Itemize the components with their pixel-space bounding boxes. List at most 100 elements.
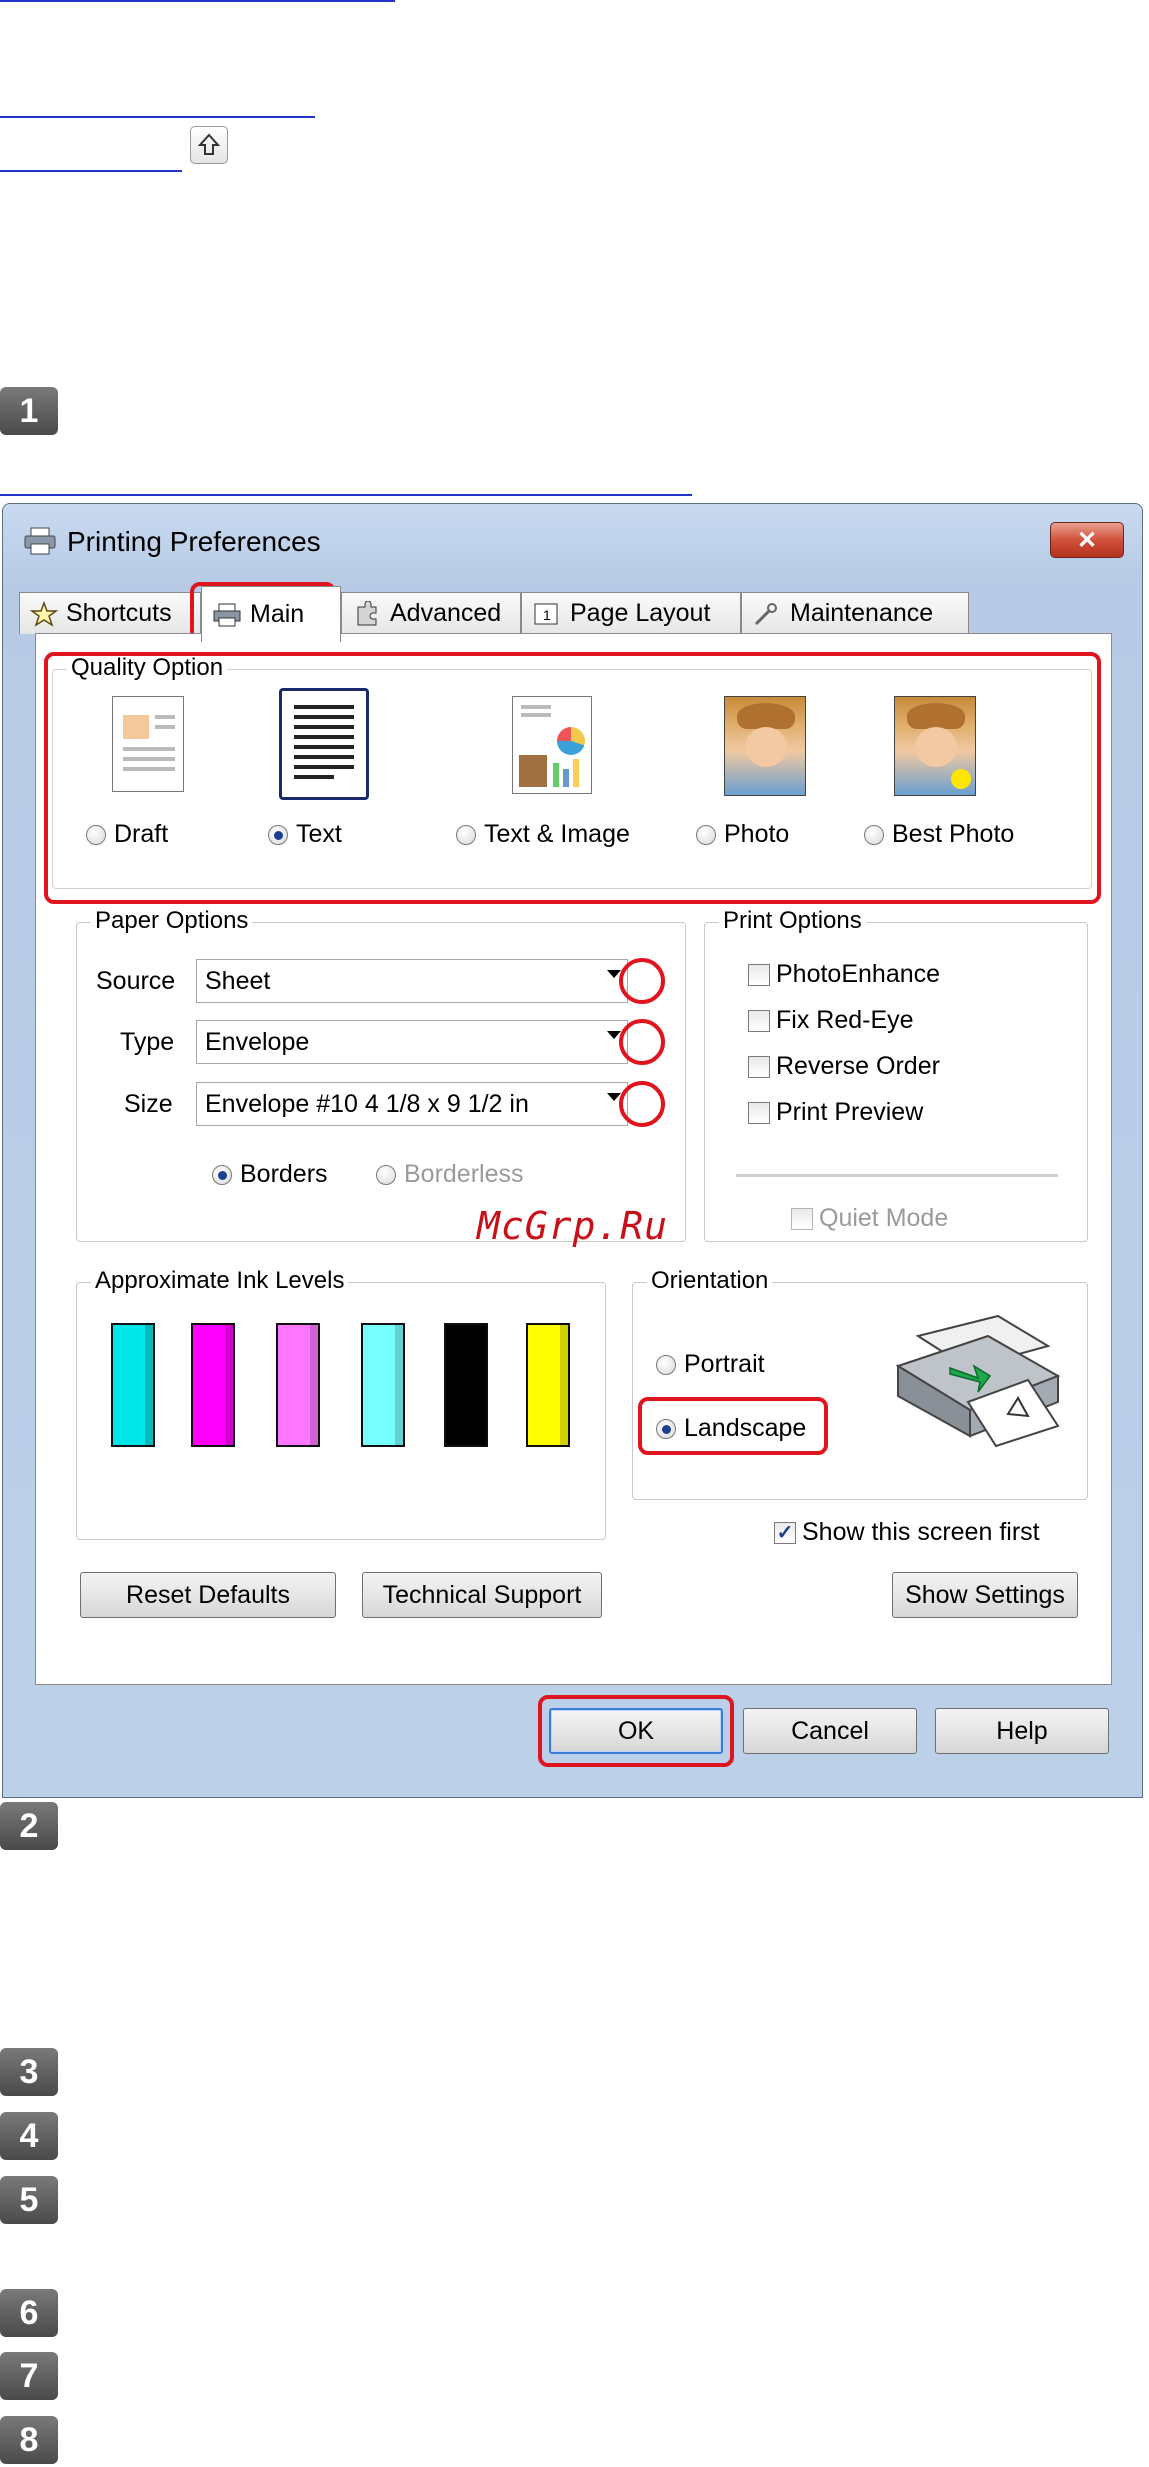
radio-label: Photo <box>724 820 790 848</box>
ink-cartridge-light-magenta <box>276 1323 320 1447</box>
button-label: Technical Support <box>382 1580 582 1609</box>
tab-main[interactable]: Main <box>201 586 341 642</box>
step-badge: 2 <box>0 1802 58 1850</box>
tab-label: Advanced <box>390 599 502 627</box>
photo-icon <box>724 696 806 796</box>
radio-indicator[interactable] <box>696 824 716 845</box>
text-page-icon <box>279 688 369 800</box>
tab-label: Main <box>250 600 305 628</box>
radio-label: Draft <box>114 820 169 848</box>
step-badge: 6 <box>0 2289 58 2337</box>
highlight-size-arrow <box>619 1081 665 1127</box>
close-button[interactable]: ✕ <box>1050 522 1124 558</box>
radio-label: Borders <box>240 1160 328 1188</box>
checkbox-box[interactable]: ✓ <box>774 1521 796 1544</box>
radio-landscape[interactable]: Landscape <box>656 1414 806 1443</box>
source-select[interactable]: Sheet <box>196 959 628 1003</box>
radio-indicator[interactable] <box>86 824 106 845</box>
technical-support-button[interactable]: Technical Support <box>362 1572 602 1618</box>
checkbox-photoenhance[interactable]: PhotoEnhance <box>748 960 940 989</box>
checkbox-box[interactable] <box>748 1055 770 1078</box>
group-title: Print Options <box>719 907 866 935</box>
tab-shortcuts[interactable]: Shortcuts <box>19 592 201 634</box>
checkbox-box[interactable] <box>791 1207 813 1230</box>
checkbox-label: Print Preview <box>776 1098 924 1126</box>
help-button[interactable]: Help <box>935 1708 1109 1754</box>
checkbox-label: Show this screen first <box>802 1518 1040 1546</box>
select-value: Envelope <box>205 1027 310 1056</box>
ink-cartridge-yellow <box>526 1323 570 1447</box>
doc-link-4[interactable] <box>0 494 692 496</box>
radio-indicator[interactable] <box>268 824 288 845</box>
dialog-title: Printing Preferences <box>67 526 321 557</box>
step-badge: 4 <box>0 2112 58 2160</box>
divider <box>736 1174 1058 1177</box>
radio-label: Text & Image <box>484 820 630 848</box>
tab-page-layout[interactable]: 1 Page Layout <box>521 592 741 634</box>
doc-link-2[interactable] <box>0 116 315 118</box>
wrench-icon <box>754 602 777 625</box>
puzzle-icon <box>357 600 377 625</box>
close-icon[interactable]: ✕ <box>1077 526 1097 555</box>
size-select[interactable]: Envelope #10 4 1/8 x 9 1/2 in <box>196 1082 628 1126</box>
ink-cartridge-cyan <box>111 1323 155 1447</box>
ok-button[interactable]: OK <box>549 1708 723 1754</box>
button-label: Reset Defaults <box>126 1580 290 1609</box>
checkbox-label: Fix Red-Eye <box>776 1006 914 1034</box>
doc-link-1[interactable] <box>0 0 395 2</box>
show-settings-button[interactable]: Show Settings <box>892 1572 1078 1618</box>
radio-indicator[interactable] <box>212 1164 232 1185</box>
step-badge: 1 <box>0 387 58 435</box>
radio-borderless[interactable]: Borderless <box>376 1160 524 1189</box>
group-title: Quality Option <box>67 654 228 682</box>
star-icon <box>30 600 58 627</box>
checkbox-reverse-order[interactable]: Reverse Order <box>748 1052 940 1081</box>
checkbox-quiet-mode[interactable]: Quiet Mode <box>791 1204 948 1233</box>
select-value: Sheet <box>205 966 271 995</box>
step-badge: 8 <box>0 2416 58 2464</box>
radio-indicator[interactable] <box>656 1354 676 1375</box>
radio-borders[interactable]: Borders <box>212 1160 328 1189</box>
radio-photo[interactable]: Photo <box>696 820 789 849</box>
highlight-source-arrow <box>619 958 665 1004</box>
radio-text-image[interactable]: Text & Image <box>456 820 630 849</box>
radio-label: Portrait <box>684 1350 765 1378</box>
ink-cartridge-magenta <box>191 1323 235 1447</box>
radio-label: Landscape <box>684 1414 807 1442</box>
radio-portrait[interactable]: Portrait <box>656 1350 765 1379</box>
printer-icon <box>24 527 56 555</box>
step-badge: 7 <box>0 2352 58 2400</box>
radio-draft[interactable]: Draft <box>86 820 168 849</box>
type-select[interactable]: Envelope <box>196 1020 628 1064</box>
tab-maintenance[interactable]: Maintenance <box>741 592 969 634</box>
checkbox-box[interactable] <box>748 963 770 986</box>
checkbox-label: PhotoEnhance <box>776 960 941 988</box>
button-label: Cancel <box>791 1716 869 1745</box>
checkbox-show-screen-first[interactable]: ✓ Show this screen first <box>774 1518 1040 1547</box>
checkbox-label: Reverse Order <box>776 1052 940 1080</box>
group-title: Orientation <box>647 1267 773 1295</box>
size-label: Size <box>124 1090 173 1118</box>
radio-indicator[interactable] <box>656 1418 676 1439</box>
reset-defaults-button[interactable]: Reset Defaults <box>80 1572 336 1618</box>
text-image-page-icon <box>512 696 592 794</box>
watermark-text: McGrp.Ru <box>477 1204 669 1248</box>
radio-indicator[interactable] <box>864 824 884 845</box>
checkbox-box[interactable] <box>748 1009 770 1032</box>
tab-advanced[interactable]: Advanced <box>341 592 521 634</box>
draft-page-icon <box>112 696 184 792</box>
doc-link-3[interactable] <box>0 170 182 172</box>
cancel-button[interactable]: Cancel <box>743 1708 917 1754</box>
radio-text[interactable]: Text <box>268 820 342 849</box>
checkbox-box[interactable] <box>748 1101 770 1124</box>
up-arrow-icon[interactable] <box>190 126 228 164</box>
radio-best-photo[interactable]: Best Photo <box>864 820 1014 849</box>
radio-indicator[interactable] <box>376 1164 396 1185</box>
checkbox-fix-red-eye[interactable]: Fix Red-Eye <box>748 1006 914 1035</box>
tab-label: Maintenance <box>790 599 934 627</box>
group-title: Approximate Ink Levels <box>91 1267 349 1295</box>
step-badge: 3 <box>0 2048 58 2096</box>
radio-label: Borderless <box>404 1160 524 1188</box>
radio-indicator[interactable] <box>456 824 476 845</box>
checkbox-print-preview[interactable]: Print Preview <box>748 1098 923 1127</box>
